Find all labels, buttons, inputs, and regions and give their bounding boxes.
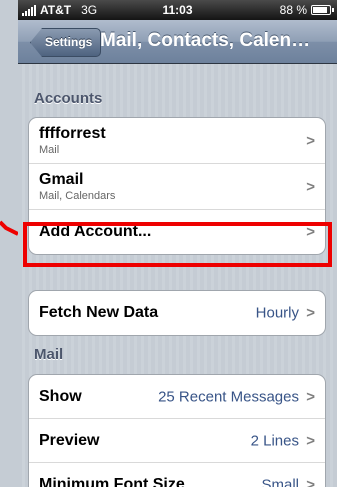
chevron-right-icon: >: [306, 223, 315, 241]
account-row-fffforrest[interactable]: fffforrest Mail >: [29, 118, 325, 164]
chevron-right-icon: >: [306, 304, 315, 322]
section-header-mail: Mail: [34, 346, 64, 363]
preview-label: Preview: [39, 431, 100, 449]
min-font-value: Small: [261, 476, 299, 487]
account-title: fffforrest: [39, 125, 106, 142]
iphone-screen: AT&T 3G 11:03 88 % Settings Mail, Contac…: [18, 0, 337, 487]
add-account-row[interactable]: Add Account... >: [29, 210, 325, 254]
status-bar: AT&T 3G 11:03 88 %: [18, 0, 337, 20]
battery-icon: [311, 5, 334, 15]
fetch-label: Fetch New Data: [39, 304, 159, 321]
chevron-right-icon: >: [306, 178, 315, 195]
preview-row[interactable]: Preview 2 Lines >: [29, 419, 325, 463]
accounts-group: fffforrest Mail > Gmail Mail, Calendars …: [28, 117, 326, 255]
chevron-right-icon: >: [306, 132, 315, 149]
navigation-bar: Settings Mail, Contacts, Calen…: [18, 20, 337, 64]
back-button-settings[interactable]: Settings: [30, 28, 102, 57]
minimum-font-size-row[interactable]: Minimum Font Size Small >: [29, 463, 325, 487]
chevron-right-icon: >: [306, 432, 315, 449]
page-title: Mail, Contacts, Calen…: [100, 30, 311, 51]
fetch-value: Hourly: [255, 304, 299, 322]
min-font-label: Minimum Font Size: [39, 476, 185, 487]
show-label: Show: [39, 387, 82, 405]
chevron-right-icon: >: [306, 476, 315, 487]
status-right: 88 %: [279, 3, 334, 17]
add-account-label: Add Account...: [39, 223, 152, 240]
account-title: Gmail: [39, 171, 84, 188]
chevron-right-icon: >: [306, 388, 315, 405]
account-subtitle: Mail, Calendars: [39, 190, 116, 202]
show-row[interactable]: Show 25 Recent Messages >: [29, 375, 325, 419]
mail-group: Show 25 Recent Messages > Preview 2 Line…: [28, 374, 326, 487]
account-row-gmail[interactable]: Gmail Mail, Calendars >: [29, 164, 325, 210]
account-subtitle: Mail: [39, 144, 60, 156]
section-header-accounts: Accounts: [34, 90, 103, 107]
fetch-new-data-row[interactable]: Fetch New Data Hourly >: [29, 291, 325, 335]
preview-value: 2 Lines: [250, 432, 299, 449]
fetch-group: Fetch New Data Hourly >: [28, 290, 326, 336]
show-value: 25 Recent Messages: [158, 388, 299, 405]
battery-percent: 88 %: [279, 3, 307, 17]
